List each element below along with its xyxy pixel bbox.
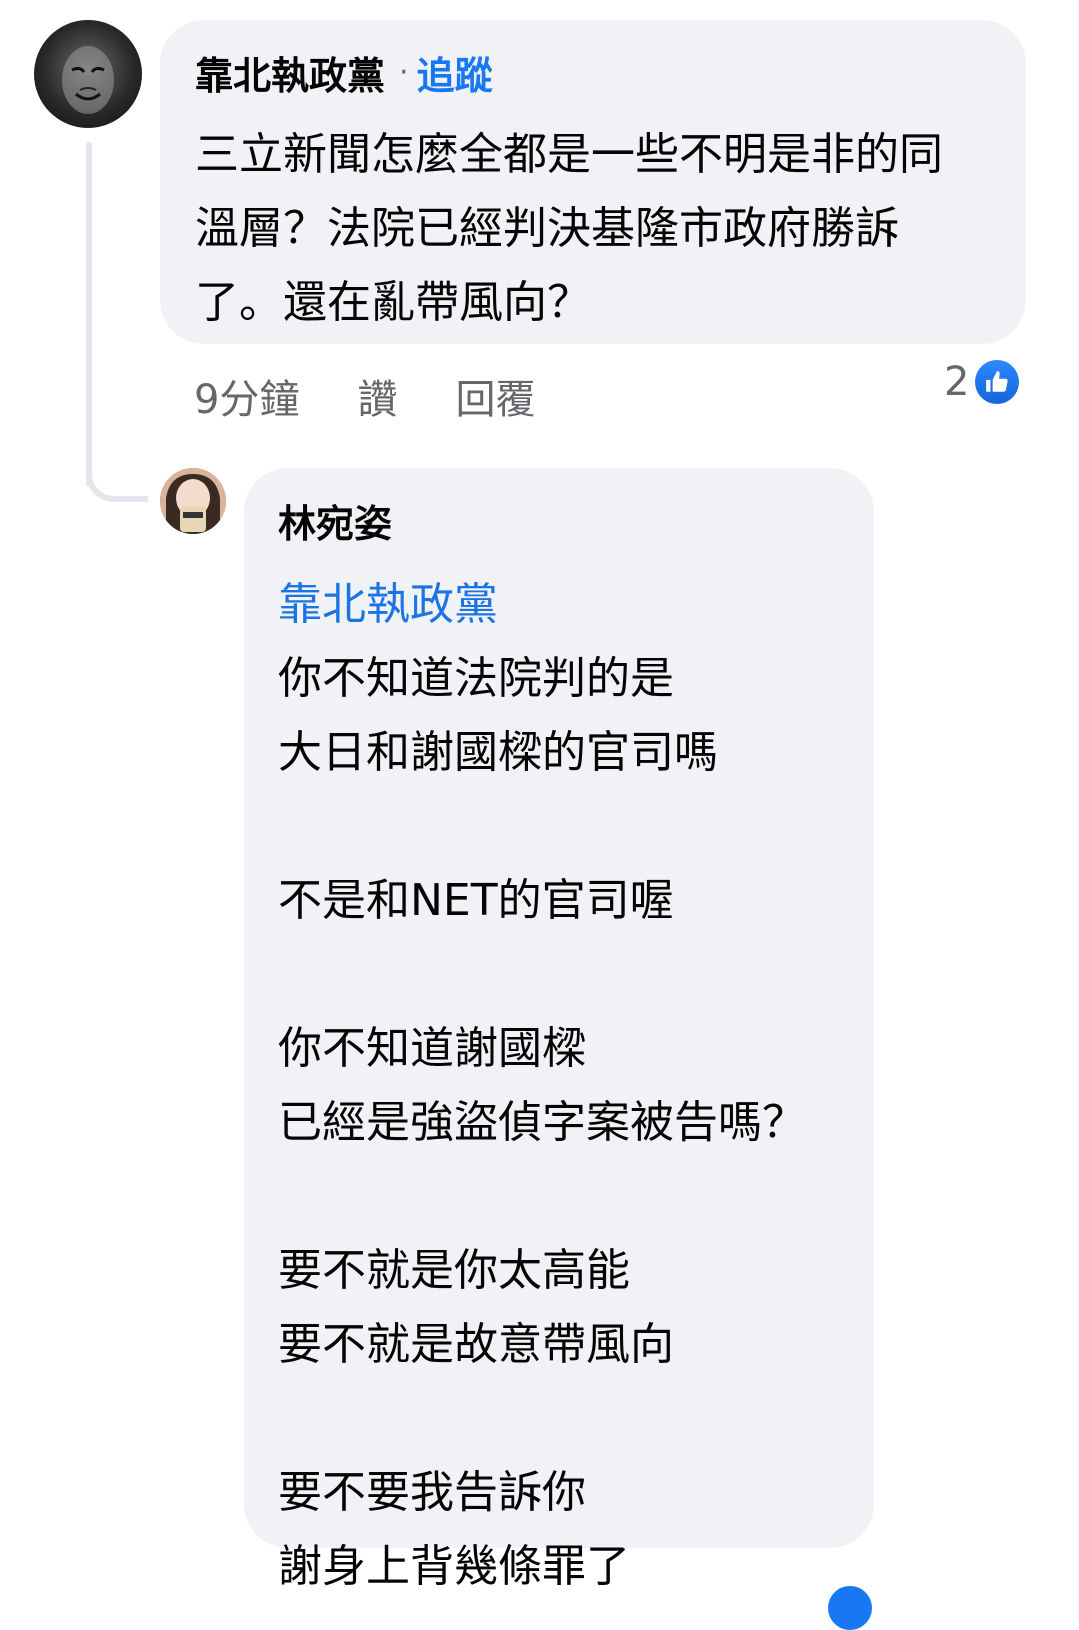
comment-timestamp[interactable]: 9分鐘 (194, 367, 299, 425)
separator-dot: · (399, 54, 409, 90)
reply-header: 林宛姿 (278, 494, 844, 546)
replier-name[interactable]: 林宛姿 (278, 493, 392, 548)
like-button[interactable]: 讚 (357, 367, 397, 425)
mention-link[interactable]: 靠北執政黨 (278, 568, 844, 642)
reaction-count: 2 (944, 359, 970, 405)
thread-connector-curve (86, 440, 148, 502)
partial-reaction-icon (828, 1586, 872, 1630)
commenter-avatar[interactable] (34, 20, 142, 128)
replier-avatar[interactable] (160, 468, 226, 534)
user-photo-icon (160, 468, 226, 534)
thumbs-up-icon (975, 360, 1020, 404)
follow-button[interactable]: 追蹤 (417, 45, 493, 100)
comment-bubble: 靠北執政黨 · 追蹤 三立新聞怎麼全都是一些不明是非的同 溫層？法院已經判決基隆… (160, 20, 1026, 344)
comment-actions: 9分鐘 讚 回覆 (194, 367, 593, 425)
reaction-summary[interactable]: 2 (944, 356, 1020, 408)
thread-connector-line (86, 142, 92, 487)
reply-bubble: 林宛姿 靠北執政黨 你不知道法院判的是 大日和謝國樑的官司嗎 不是和NET的官司… (244, 468, 874, 1592)
reply-button[interactable]: 回覆 (455, 367, 535, 425)
mask-avatar-icon (62, 46, 114, 114)
comment-text: 三立新聞怎麼全都是一些不明是非的同 溫層？法院已經判決基隆市政府勝訴 了。還在亂… (195, 129, 943, 328)
commenter-name[interactable]: 靠北執政黨 (195, 45, 385, 100)
comment-header: 靠北執政黨 · 追蹤 (195, 46, 992, 98)
reply-text: 你不知道法院判的是 大日和謝國樑的官司嗎 不是和NET的官司喔 你不知道謝國樑 … (278, 653, 806, 1592)
